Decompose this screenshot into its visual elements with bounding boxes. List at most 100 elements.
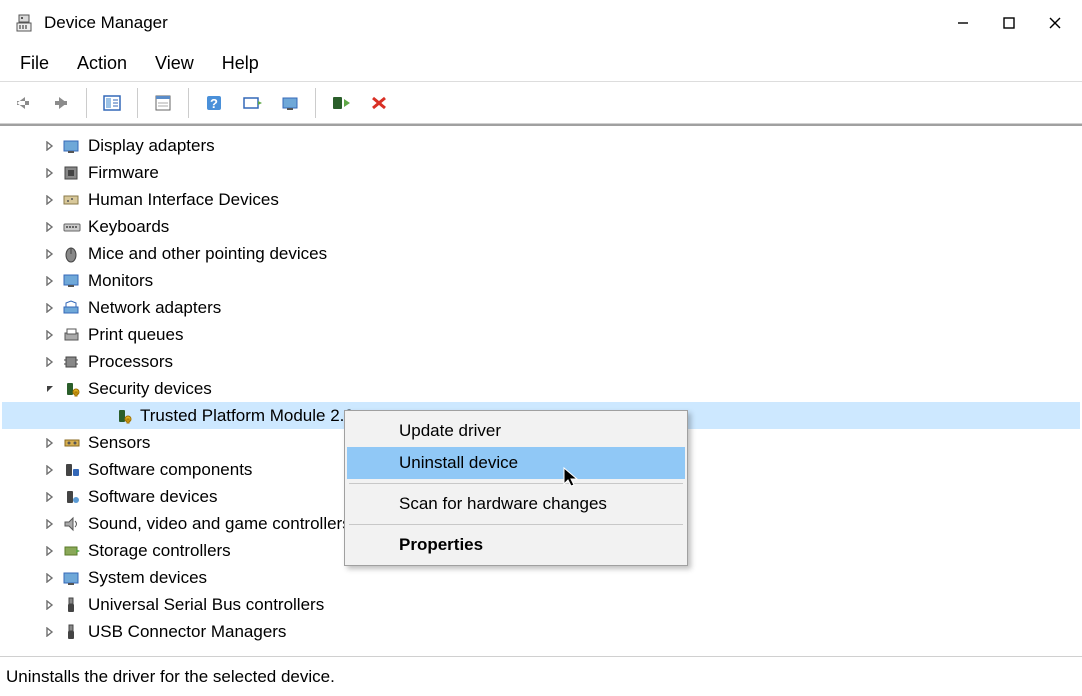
tree-category-label: Monitors bbox=[88, 271, 153, 291]
tree-category[interactable]: Processors bbox=[2, 348, 1080, 375]
close-button[interactable] bbox=[1032, 0, 1078, 46]
chevron-right-icon[interactable] bbox=[42, 192, 58, 208]
tree-category[interactable]: Firmware bbox=[2, 159, 1080, 186]
toolbar-separator bbox=[188, 88, 189, 118]
tree-category[interactable]: USB Connector Managers bbox=[2, 618, 1080, 645]
tree-category[interactable]: Human Interface Devices bbox=[2, 186, 1080, 213]
chevron-right-icon[interactable] bbox=[42, 597, 58, 613]
toolbar-separator bbox=[315, 88, 316, 118]
device-category-icon bbox=[62, 460, 82, 480]
ctx-separator bbox=[349, 524, 683, 525]
device-tree[interactable]: Display adapters Firmware Human Interface … bbox=[2, 128, 1080, 654]
chevron-right-icon[interactable] bbox=[42, 543, 58, 559]
chevron-right-icon[interactable] bbox=[42, 219, 58, 235]
tree-category-label: USB Connector Managers bbox=[88, 622, 286, 642]
help-button[interactable]: ? bbox=[197, 86, 231, 120]
tree-device-label: Trusted Platform Module 2.0 bbox=[140, 406, 354, 426]
minimize-button[interactable] bbox=[940, 0, 986, 46]
device-category-icon bbox=[62, 190, 82, 210]
tree-category[interactable]: Monitors bbox=[2, 267, 1080, 294]
properties-button[interactable] bbox=[146, 86, 180, 120]
forward-button[interactable] bbox=[44, 86, 78, 120]
chevron-right-icon[interactable] bbox=[42, 489, 58, 505]
tree-category[interactable]: Mice and other pointing devices bbox=[2, 240, 1080, 267]
window-title: Device Manager bbox=[44, 13, 940, 33]
device-category-icon bbox=[62, 325, 82, 345]
svg-text:?: ? bbox=[210, 96, 218, 111]
device-category-icon bbox=[62, 244, 82, 264]
back-button[interactable] bbox=[6, 86, 40, 120]
chevron-right-icon[interactable] bbox=[42, 165, 58, 181]
app-icon bbox=[14, 13, 34, 33]
chevron-down-icon[interactable] bbox=[42, 381, 58, 397]
tree-category-label: Universal Serial Bus controllers bbox=[88, 595, 324, 615]
tree-category-label: Security devices bbox=[88, 379, 212, 399]
chevron-right-icon[interactable] bbox=[42, 435, 58, 451]
chevron-right-icon[interactable] bbox=[42, 138, 58, 154]
ctx-properties[interactable]: Properties bbox=[347, 529, 685, 561]
tree-category-label: Sensors bbox=[88, 433, 150, 453]
tree-category-label: Software components bbox=[88, 460, 252, 480]
tree-category[interactable]: Network adapters bbox=[2, 294, 1080, 321]
chevron-right-icon[interactable] bbox=[42, 300, 58, 316]
tree-category-label: Print queues bbox=[88, 325, 183, 345]
tree-category[interactable]: Display adapters bbox=[2, 132, 1080, 159]
title-bar: Device Manager bbox=[0, 0, 1082, 46]
tree-category-label: Storage controllers bbox=[88, 541, 231, 561]
toolbar-separator bbox=[137, 88, 138, 118]
tree-category-label: Network adapters bbox=[88, 298, 221, 318]
tree-category[interactable]: Universal Serial Bus controllers bbox=[2, 591, 1080, 618]
device-icon bbox=[114, 406, 134, 426]
menu-file[interactable]: File bbox=[10, 49, 59, 78]
chevron-right-icon[interactable] bbox=[42, 624, 58, 640]
context-menu: Update driver Uninstall device Scan for … bbox=[344, 410, 688, 566]
device-category-icon bbox=[62, 352, 82, 372]
chevron-right-icon[interactable] bbox=[42, 246, 58, 262]
device-category-icon bbox=[62, 136, 82, 156]
tree-category-label: Mice and other pointing devices bbox=[88, 244, 327, 264]
tree-category-label: Software devices bbox=[88, 487, 217, 507]
tree-category-label: Sound, video and game controllers bbox=[88, 514, 351, 534]
status-bar: Uninstalls the driver for the selected d… bbox=[0, 656, 1082, 696]
tree-category[interactable]: Security devices bbox=[2, 375, 1080, 402]
chevron-right-icon[interactable] bbox=[42, 327, 58, 343]
menu-bar: File Action View Help bbox=[0, 46, 1082, 82]
chevron-right-icon[interactable] bbox=[42, 570, 58, 586]
chevron-right-icon[interactable] bbox=[42, 516, 58, 532]
uninstall-device-button[interactable] bbox=[362, 86, 396, 120]
device-category-icon bbox=[62, 487, 82, 507]
tree-container: Display adapters Firmware Human Interface … bbox=[0, 124, 1082, 656]
ctx-scan-hardware[interactable]: Scan for hardware changes bbox=[347, 488, 685, 520]
scan-hardware-button[interactable] bbox=[235, 86, 269, 120]
tree-spacer bbox=[94, 408, 110, 424]
device-category-icon bbox=[62, 568, 82, 588]
device-category-icon bbox=[62, 541, 82, 561]
chevron-right-icon[interactable] bbox=[42, 273, 58, 289]
tree-category[interactable]: System devices bbox=[2, 564, 1080, 591]
tree-category[interactable]: Print queues bbox=[2, 321, 1080, 348]
ctx-uninstall-device[interactable]: Uninstall device bbox=[347, 447, 685, 479]
ctx-update-driver[interactable]: Update driver bbox=[347, 415, 685, 447]
maximize-button[interactable] bbox=[986, 0, 1032, 46]
toolbar: ? bbox=[0, 82, 1082, 124]
tree-category-label: System devices bbox=[88, 568, 207, 588]
enable-device-button[interactable] bbox=[324, 86, 358, 120]
device-category-icon bbox=[62, 217, 82, 237]
chevron-right-icon[interactable] bbox=[42, 462, 58, 478]
toolbar-separator bbox=[86, 88, 87, 118]
update-driver-button[interactable] bbox=[273, 86, 307, 120]
chevron-right-icon[interactable] bbox=[42, 354, 58, 370]
ctx-separator bbox=[349, 483, 683, 484]
menu-help[interactable]: Help bbox=[212, 49, 269, 78]
device-category-icon bbox=[62, 514, 82, 534]
tree-category[interactable]: Keyboards bbox=[2, 213, 1080, 240]
menu-action[interactable]: Action bbox=[67, 49, 137, 78]
tree-category-label: Display adapters bbox=[88, 136, 215, 156]
device-category-icon bbox=[62, 298, 82, 318]
menu-view[interactable]: View bbox=[145, 49, 204, 78]
tree-category-label: Processors bbox=[88, 352, 173, 372]
show-tree-button[interactable] bbox=[95, 86, 129, 120]
device-category-icon bbox=[62, 379, 82, 399]
tree-category-label: Human Interface Devices bbox=[88, 190, 279, 210]
device-category-icon bbox=[62, 622, 82, 642]
